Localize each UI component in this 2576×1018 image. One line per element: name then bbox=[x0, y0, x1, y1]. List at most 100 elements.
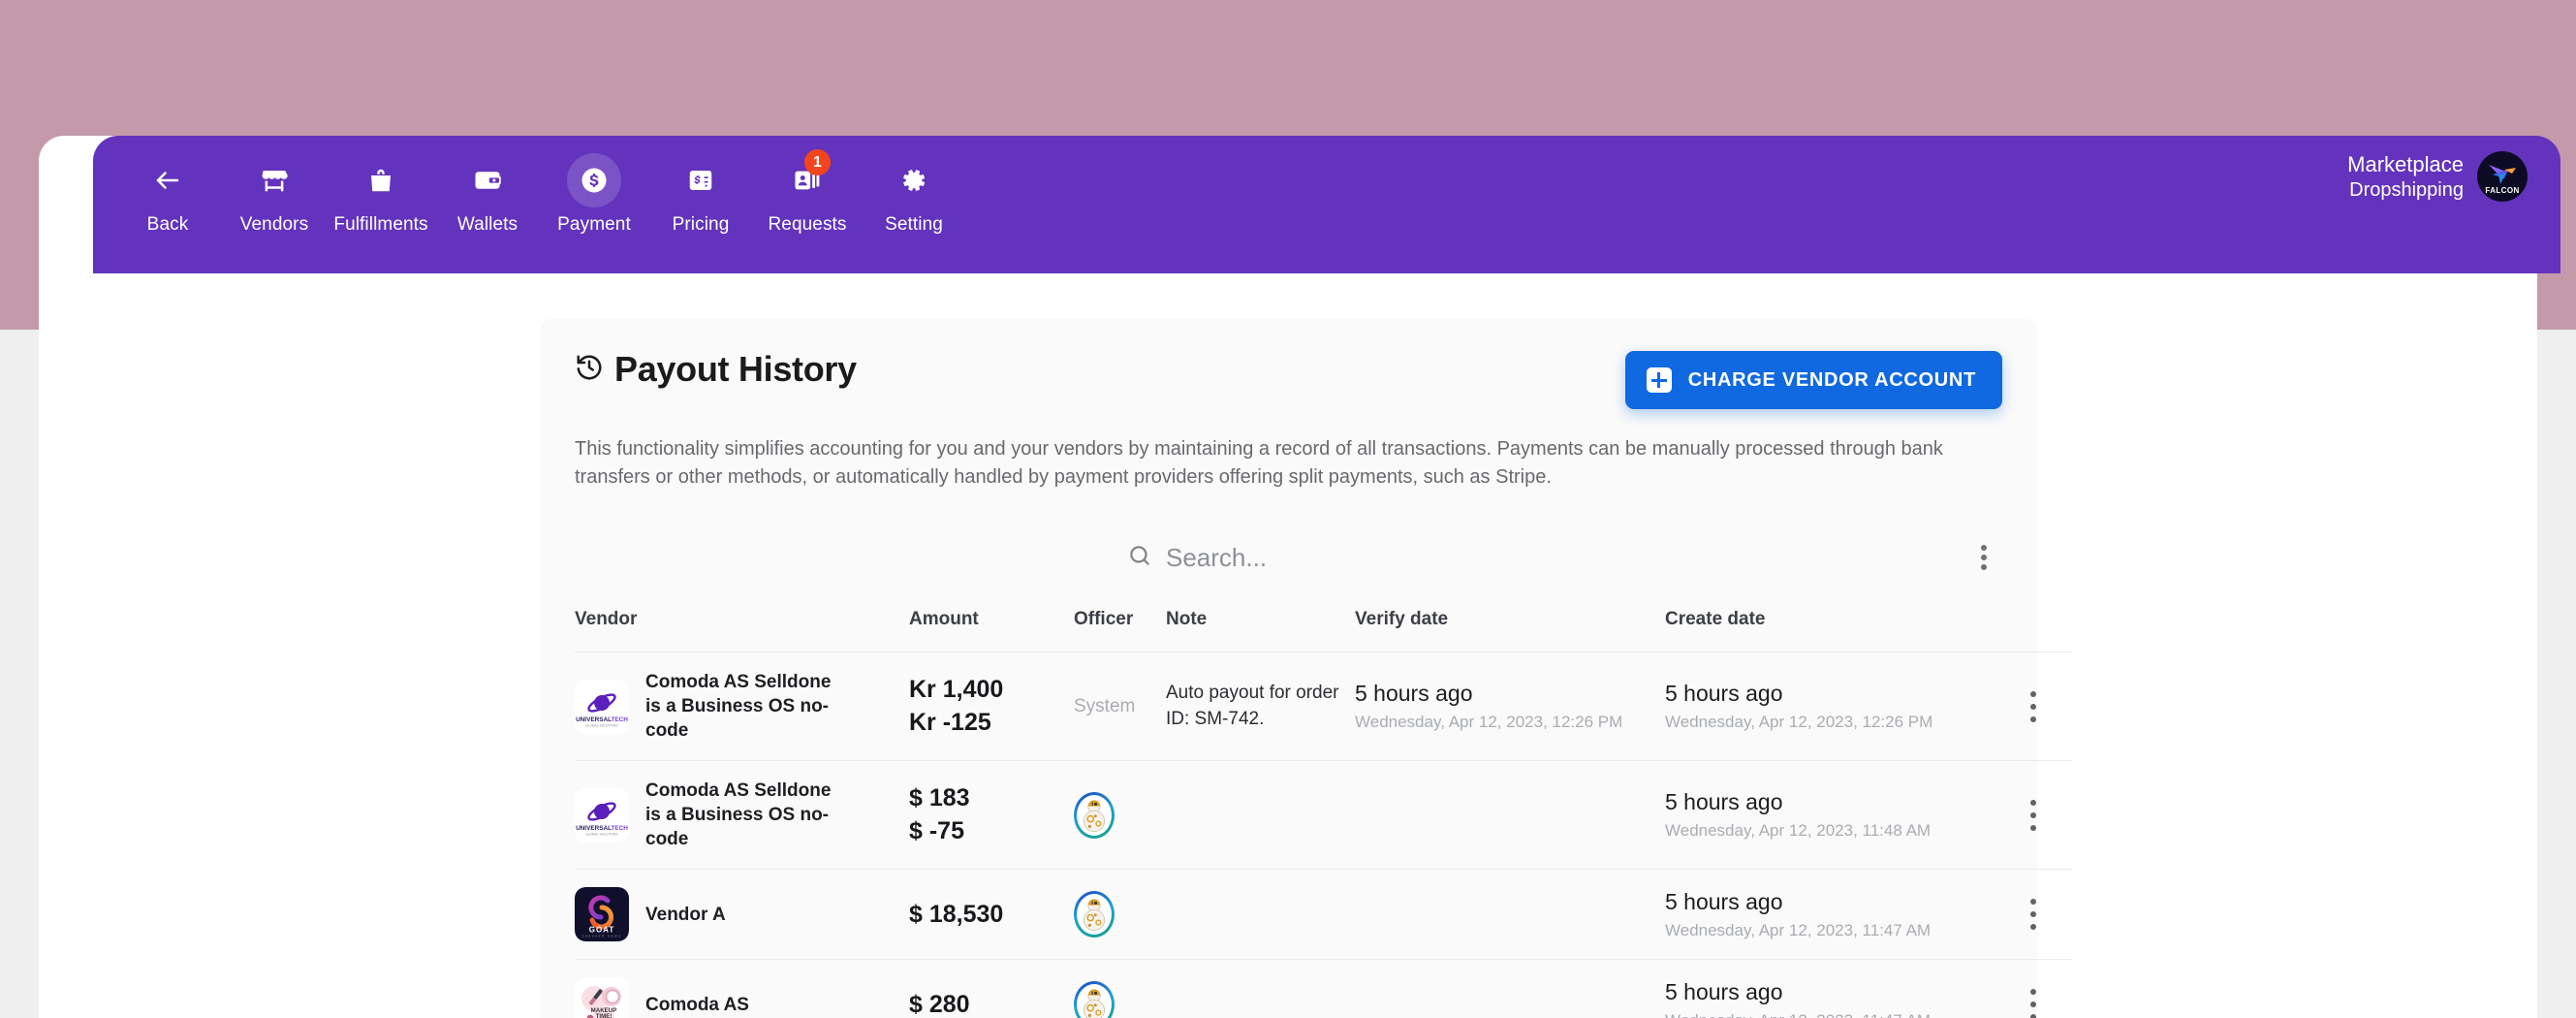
page-sheet: Back Vendors Fulfillments Wallets Payment Pri… bbox=[39, 136, 2560, 1018]
page-title-group: Payout History bbox=[575, 349, 857, 390]
nav-item-label: Payment bbox=[557, 214, 631, 235]
wallet-icon bbox=[460, 153, 515, 207]
droid-avatar-icon bbox=[1077, 894, 1112, 936]
cell-officer bbox=[1074, 959, 1166, 1018]
page-title: Payout History bbox=[614, 349, 857, 389]
svg-text:GLOBAL SOLUTIONS: GLOBAL SOLUTIONS bbox=[585, 832, 618, 836]
search-placeholder: Search... bbox=[1166, 542, 1268, 572]
column-header-vendor[interactable]: Vendor bbox=[575, 609, 909, 652]
nav-item-list: Back Vendors Fulfillments Wallets Payment Pri… bbox=[93, 136, 2560, 236]
more-vertical-icon bbox=[2030, 690, 2036, 697]
plus-icon bbox=[1646, 367, 1672, 393]
svg-text:SNEAKER NEWS: SNEAKER NEWS bbox=[582, 935, 622, 938]
amount-line: $ 18,530 bbox=[909, 900, 1004, 928]
arrow-left-icon bbox=[141, 153, 195, 207]
nav-item-fulfillments[interactable]: Fulfillments bbox=[328, 145, 434, 236]
cell-officer: System bbox=[1074, 652, 1166, 762]
nav-item-setting[interactable]: Setting bbox=[861, 145, 967, 236]
cell-actions bbox=[1995, 959, 2072, 1018]
table-row[interactable]: UNIVERSALTECH GLOBAL SOLUTIONS Comoda AS… bbox=[575, 760, 2072, 871]
note-text: Auto payout for order ID: SM-742. bbox=[1166, 683, 1339, 729]
officer-avatar[interactable] bbox=[1074, 891, 1115, 938]
create-date-absolute: Wednesday, Apr 12, 2023, 12:26 PM bbox=[1665, 713, 1933, 732]
officer-system-label: System bbox=[1074, 695, 1136, 716]
row-options-menu-button[interactable] bbox=[1995, 890, 2072, 939]
table-row[interactable]: UNIVERSALTECH GLOBAL SOLUTIONS Comoda AS… bbox=[575, 652, 2072, 762]
table-body: UNIVERSALTECH GLOBAL SOLUTIONS Comoda AS… bbox=[575, 652, 2072, 1018]
storefront-icon bbox=[247, 153, 301, 207]
create-date-relative: 5 hours ago bbox=[1665, 789, 1783, 815]
gear-icon bbox=[887, 153, 941, 207]
brand-block: Marketplace Dropshipping FALCON bbox=[2347, 151, 2528, 203]
row-options-menu-button[interactable] bbox=[1995, 682, 2072, 731]
table-options-menu-button[interactable] bbox=[1971, 533, 1996, 582]
price-tag-icon bbox=[674, 153, 728, 207]
payout-history-panel: Payout History CHARGE VENDOR ACCOUNT Thi… bbox=[540, 319, 2072, 1018]
nav-badge: 1 bbox=[804, 149, 831, 175]
nav-item-label: Wallets bbox=[456, 214, 518, 235]
svg-text:UNIVERSALTECH: UNIVERSALTECH bbox=[576, 716, 628, 723]
panel-description: This functionality simplifies accounting… bbox=[575, 438, 1943, 488]
nav-item-payment[interactable]: Payment bbox=[541, 145, 647, 236]
vendor-name: Comoda AS bbox=[645, 994, 749, 1015]
payout-history-table: Vendor Amount Officer Note Verify date Create… bbox=[575, 609, 2072, 1018]
nav-item-back[interactable]: Back bbox=[114, 145, 221, 236]
column-header-verify-date[interactable]: Verify date bbox=[1355, 609, 1665, 652]
charge-vendor-account-label: CHARGE VENDOR ACCOUNT bbox=[1687, 368, 1976, 391]
cell-create-date: 5 hours ago Wednesday, Apr 12, 2023, 12:… bbox=[1665, 652, 1995, 762]
cell-actions bbox=[1995, 869, 2072, 961]
svg-text:GLOBAL SOLUTIONS: GLOBAL SOLUTIONS bbox=[585, 723, 618, 727]
table-row[interactable]: MAKEUP TIME! ALL ABOUT THE LOOK Comoda A… bbox=[575, 959, 2072, 1018]
nav-item-wallets[interactable]: Wallets bbox=[434, 145, 541, 236]
amount-line: $ 280 bbox=[909, 990, 970, 1018]
table-header: Vendor Amount Officer Note Verify date Create… bbox=[575, 609, 2072, 652]
more-vertical-icon bbox=[2030, 716, 2036, 722]
officer-avatar[interactable] bbox=[1074, 981, 1115, 1018]
more-vertical-icon bbox=[1981, 564, 1987, 570]
more-vertical-icon bbox=[2030, 703, 2036, 710]
create-date-relative: 5 hours ago bbox=[1665, 888, 1783, 914]
officer-avatar[interactable] bbox=[1074, 791, 1115, 839]
verify-date-relative: 5 hours ago bbox=[1355, 681, 1473, 707]
cell-verify-date bbox=[1355, 959, 1665, 1018]
row-options-menu-button[interactable] bbox=[1995, 790, 2072, 840]
create-date-absolute: Wednesday, Apr 12, 2023, 11:47 AM bbox=[1665, 920, 1932, 939]
cell-vendor: UNIVERSALTECH GLOBAL SOLUTIONS Comoda AS… bbox=[575, 760, 909, 871]
verify-date-absolute: Wednesday, Apr 12, 2023, 12:26 PM bbox=[1355, 713, 1623, 732]
droid-avatar-icon bbox=[1077, 984, 1112, 1018]
vendor-logo-icon: GOAT SNEAKER NEWS bbox=[575, 887, 629, 942]
more-vertical-icon bbox=[2030, 899, 2036, 906]
more-vertical-icon bbox=[2030, 924, 2036, 931]
charge-vendor-account-button[interactable]: CHARGE VENDOR ACCOUNT bbox=[1624, 351, 2002, 409]
cell-amount: $ 18,530 bbox=[909, 869, 1074, 961]
history-clock-icon bbox=[575, 353, 604, 387]
more-vertical-icon bbox=[2030, 1002, 2036, 1008]
nav-item-label: Back bbox=[146, 214, 189, 235]
cell-vendor: MAKEUP TIME! ALL ABOUT THE LOOK Comoda A… bbox=[575, 959, 909, 1018]
brand-text: Marketplace Dropshipping bbox=[2347, 151, 2464, 203]
more-vertical-icon bbox=[2030, 989, 2036, 996]
cell-note bbox=[1166, 869, 1355, 961]
row-options-menu-button[interactable] bbox=[1995, 980, 2072, 1018]
cell-note bbox=[1166, 959, 1355, 1018]
column-header-officer[interactable]: Officer bbox=[1074, 609, 1166, 652]
svg-text:TIME!: TIME! bbox=[596, 1013, 613, 1018]
more-vertical-icon bbox=[2030, 911, 2036, 918]
column-header-amount[interactable]: Amount bbox=[909, 609, 1074, 652]
panel-header: Payout History CHARGE VENDOR ACCOUNT bbox=[575, 319, 2002, 409]
bag-lock-icon bbox=[354, 153, 408, 207]
nav-item-label: Pricing bbox=[672, 214, 730, 235]
more-vertical-icon bbox=[1981, 545, 1987, 551]
column-header-create-date[interactable]: Create date bbox=[1665, 609, 1995, 652]
nav-item-requests[interactable]: 1 Requests bbox=[754, 145, 861, 236]
nav-item-label: Fulfillments bbox=[333, 214, 428, 235]
nav-item-vendors[interactable]: Vendors bbox=[221, 145, 328, 236]
search-input[interactable]: Search... bbox=[1127, 543, 1267, 573]
nav-item-pricing[interactable]: Pricing bbox=[647, 145, 754, 236]
create-date-absolute: Wednesday, Apr 12, 2023, 11:48 AM bbox=[1665, 821, 1932, 841]
cell-vendor: UNIVERSALTECH GLOBAL SOLUTIONS Comoda AS… bbox=[575, 652, 909, 762]
falcon-logo-icon: FALCON bbox=[2477, 151, 2528, 203]
column-header-note[interactable]: Note bbox=[1166, 609, 1355, 652]
cell-note: Auto payout for order ID: SM-742. bbox=[1166, 652, 1355, 762]
table-row[interactable]: GOAT SNEAKER NEWS Vendor A $ 18,530 5 ho… bbox=[575, 869, 2072, 961]
